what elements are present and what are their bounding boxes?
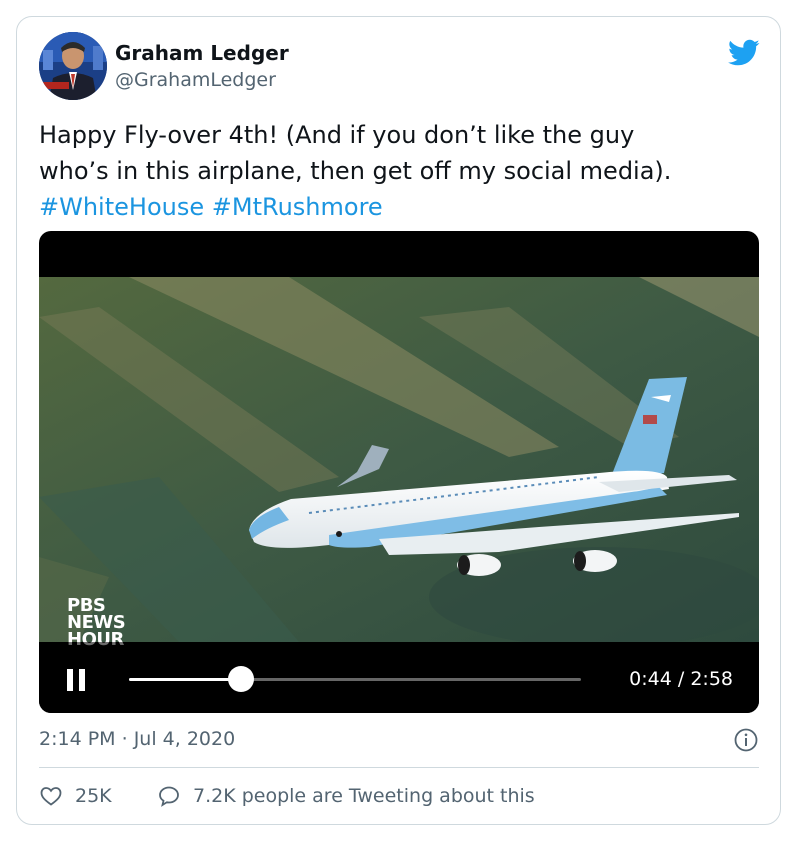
video-controls: 0:44 / 2:58 <box>39 642 759 713</box>
tweet-time: 2:14 PM <box>39 728 116 750</box>
pbs-newshour-watermark: PBS NEWS HOUR <box>67 597 126 649</box>
author-handle[interactable]: @GrahamLedger <box>115 69 276 91</box>
conversation-link[interactable]: 7.2K people are Tweeting about this <box>157 784 535 808</box>
twitter-bird-icon[interactable] <box>728 39 760 67</box>
like-count: 25K <box>75 785 112 807</box>
hashtag-mtrushmore[interactable]: #MtRushmore <box>212 193 383 221</box>
video-progress-fill <box>129 678 241 681</box>
speech-bubble-icon <box>159 786 179 807</box>
avatar[interactable] <box>39 32 107 100</box>
conversation-text: 7.2K people are Tweeting about this <box>193 785 535 807</box>
video-frame-airplane <box>39 277 759 642</box>
current-time: 0:44 <box>629 668 672 690</box>
video-player[interactable]: PBS NEWS HOUR 0:44 / 2:58 <box>39 231 759 713</box>
like-button[interactable]: 25K <box>39 784 112 808</box>
video-time: 0:44 / 2:58 <box>629 668 733 690</box>
tweet-text-line-2: who’s in this airplane, then get off my … <box>39 157 672 185</box>
tweet-date: Jul 4, 2020 <box>133 728 236 750</box>
heart-icon <box>40 787 62 806</box>
author-name[interactable]: Graham Ledger <box>115 41 289 65</box>
timestamp-separator: · <box>121 728 128 750</box>
tweet-text-line-1: Happy Fly-over 4th! (And if you don’t li… <box>39 121 635 149</box>
tweet-timestamp[interactable]: 2:14 PM · Jul 4, 2020 <box>39 728 235 750</box>
video-progress-bar[interactable] <box>129 666 581 692</box>
duration: 2:58 <box>690 668 733 690</box>
video-scrubber-handle[interactable] <box>227 666 254 692</box>
tweet-card: Graham Ledger @GrahamLedger Happy Fly-ov… <box>16 16 781 825</box>
hashtag-whitehouse[interactable]: #WhiteHouse <box>39 193 204 221</box>
pause-icon[interactable] <box>67 669 85 691</box>
avatar-image <box>39 32 107 100</box>
divider <box>39 767 759 768</box>
info-icon[interactable] <box>734 728 758 752</box>
tweet-text: Happy Fly-over 4th! (And if you don’t li… <box>39 117 759 225</box>
